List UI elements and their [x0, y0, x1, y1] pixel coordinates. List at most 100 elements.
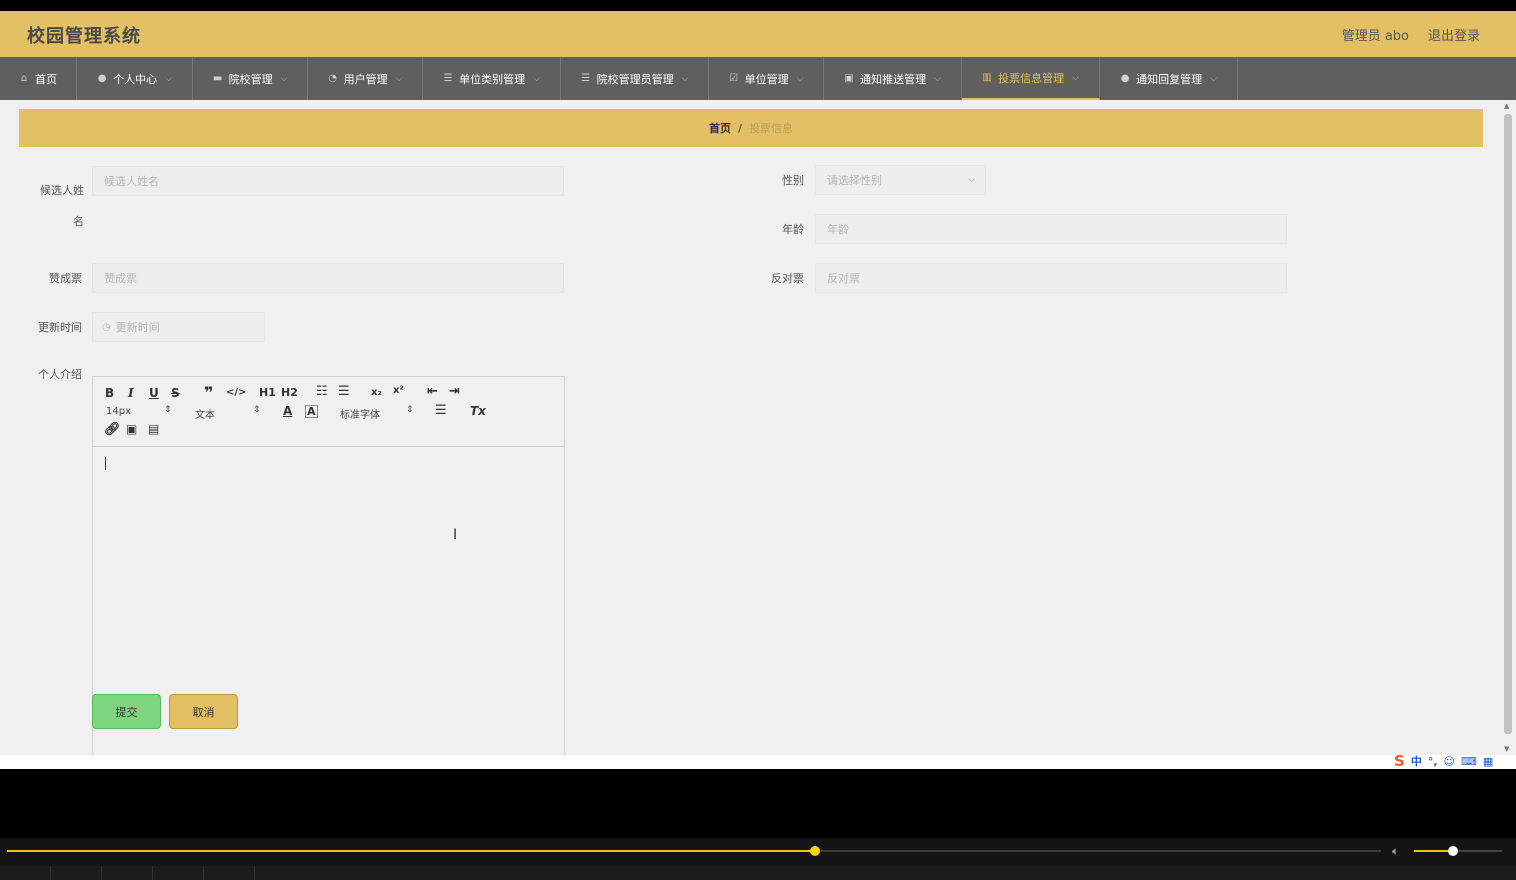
- nav-item-label: 个人中心: [113, 72, 158, 86]
- clear-format-icon[interactable]: Tx: [470, 404, 486, 418]
- clock-icon: ◷: [102, 321, 111, 333]
- superscript-icon[interactable]: x²: [393, 385, 404, 396]
- chevron-down-icon: ⌵: [1210, 73, 1217, 84]
- list-icon: ☰: [581, 72, 591, 84]
- cancel-button[interactable]: 取消: [169, 694, 238, 729]
- nav-item-5[interactable]: ☰ 院校管理员管理 ⌵: [561, 57, 709, 100]
- progress-handle[interactable]: [809, 846, 820, 856]
- italic-icon[interactable]: I: [128, 386, 134, 400]
- candidate-name-input[interactable]: 候选人姓名: [92, 166, 564, 196]
- ime-chinese-mode[interactable]: 中: [1411, 753, 1422, 769]
- volume-icon[interactable]: 🔈︎: [1392, 844, 1399, 859]
- emoji-icon[interactable]: ☺: [1444, 755, 1455, 768]
- sogou-logo-icon[interactable]: S: [1394, 752, 1405, 770]
- nav-item-7[interactable]: ▣ 通知推送管理 ⌵: [824, 57, 962, 100]
- logout-link[interactable]: 退出登录: [1428, 25, 1480, 44]
- candidate-name-label-text: 候选人姓名: [40, 184, 84, 228]
- volume-handle[interactable]: [1447, 846, 1458, 856]
- nav-item-label: 院校管理: [228, 72, 273, 86]
- blockquote-icon[interactable]: ❞: [204, 383, 213, 402]
- media-player-bar: 🔈︎: [0, 838, 1516, 866]
- nav-item-1[interactable]: ● 个人中心 ⌵: [77, 57, 193, 100]
- yes-votes-label: 赞成票: [49, 272, 82, 285]
- keyboard-icon[interactable]: ⌨: [1461, 755, 1477, 768]
- chevron-down-icon: ⌵: [165, 73, 172, 84]
- nav-item-2[interactable]: ▬ 院校管理 ⌵: [193, 57, 308, 100]
- bottom-cell: [0, 866, 51, 880]
- video-icon[interactable]: ▤: [148, 422, 159, 436]
- image-icon[interactable]: ▣: [126, 422, 137, 436]
- subscript-icon[interactable]: x₂: [371, 387, 382, 398]
- nav-item-6[interactable]: ☑ 单位管理 ⌵: [709, 57, 824, 100]
- breadcrumb-home[interactable]: 首页: [709, 120, 731, 136]
- text-type-select[interactable]: 文本: [195, 406, 215, 421]
- user-icon: ●: [1120, 72, 1130, 84]
- age-placeholder: 年龄: [827, 223, 849, 236]
- underline-icon[interactable]: U: [149, 386, 159, 400]
- breadcrumb: 首页 / 投票信息: [19, 109, 1483, 147]
- status-strip: [0, 755, 1516, 769]
- main-content: 首页 / 投票信息 候选人姓名 候选人姓名 性别 请选择性别 ⌵ 年龄 年龄 赞…: [0, 100, 1516, 756]
- nav-item-8[interactable]: ▥ 投票信息管理 ⌵: [962, 57, 1100, 100]
- progress-fill: [7, 850, 815, 852]
- candidate-name-placeholder: 候选人姓名: [104, 175, 159, 188]
- chevron-down-icon: ⌵: [968, 175, 975, 185]
- background-color-icon[interactable]: A: [305, 405, 318, 418]
- nav-item-label: 投票信息管理: [998, 71, 1065, 85]
- checkbox-icon: ☑: [729, 72, 739, 84]
- volume-fill: [1414, 850, 1453, 852]
- bold-icon[interactable]: B: [105, 386, 114, 400]
- home-icon: ⌂: [20, 72, 28, 84]
- nav-item-0[interactable]: ⌂ 首页: [0, 57, 77, 100]
- grid-menu-icon[interactable]: ▦: [1483, 755, 1493, 768]
- school-icon: ▬: [212, 72, 223, 84]
- bottom-cell: [51, 866, 102, 880]
- submit-button[interactable]: 提交: [92, 694, 161, 729]
- intro-label: 个人介绍: [38, 368, 82, 381]
- font-family-select[interactable]: 标准字体: [340, 406, 380, 421]
- chevron-down-icon: ⌵: [681, 73, 689, 84]
- punctuation-icon[interactable]: °,: [1428, 755, 1438, 768]
- editor-content-area[interactable]: [93, 448, 564, 755]
- code-icon[interactable]: </>: [226, 387, 246, 398]
- update-time-label: 更新时间: [38, 321, 82, 334]
- link-icon[interactable]: 🔗︎: [104, 422, 121, 437]
- ordered-list-icon[interactable]: ☷: [316, 384, 328, 399]
- updown-icon: ⇕: [406, 405, 414, 415]
- updown-icon: ⇕: [253, 405, 261, 415]
- gender-select[interactable]: 请选择性别 ⌵: [815, 165, 986, 195]
- update-time-input[interactable]: ◷ 更新时间: [92, 312, 265, 342]
- yes-votes-input[interactable]: 赞成票: [92, 263, 564, 293]
- nav-item-3[interactable]: ◔ 用户管理 ⌵: [308, 57, 423, 100]
- nav-item-4[interactable]: ☰ 单位类别管理 ⌵: [423, 57, 561, 100]
- current-user: 管理员 abo: [1341, 29, 1409, 44]
- nav-item-label: 单位管理: [744, 72, 789, 86]
- scrollbar-thumb[interactable]: [1504, 114, 1512, 734]
- nav-item-label: 通知推送管理: [860, 72, 927, 86]
- chevron-down-icon: ⌵: [1072, 72, 1079, 83]
- age-input[interactable]: 年龄: [815, 214, 1287, 244]
- app-title: 校园管理系统: [27, 26, 141, 47]
- heading1-icon[interactable]: H1: [259, 386, 276, 399]
- bullet-list-icon[interactable]: ☰: [338, 384, 350, 399]
- outdent-icon[interactable]: ⇤: [427, 384, 438, 399]
- gender-label: 性别: [782, 174, 804, 187]
- heading2-icon[interactable]: H2: [281, 386, 298, 399]
- vertical-scrollbar[interactable]: ▲ ▼: [1503, 100, 1513, 755]
- nav-item-label: 院校管理员管理: [596, 72, 674, 86]
- strikethrough-icon[interactable]: S: [171, 386, 180, 400]
- no-votes-input[interactable]: 反对票: [815, 263, 1287, 293]
- font-size-select[interactable]: 14px: [106, 406, 131, 417]
- chevron-down-icon: ⌵: [934, 73, 941, 84]
- scroll-up-icon[interactable]: ▲: [1504, 102, 1509, 110]
- breadcrumb-current: 投票信息: [749, 122, 794, 135]
- indent-icon[interactable]: ⇥: [449, 384, 460, 399]
- font-color-icon[interactable]: A: [283, 404, 292, 418]
- nav-item-9[interactable]: ● 通知回复管理 ⌵: [1100, 57, 1238, 100]
- align-icon[interactable]: ☰: [435, 403, 447, 418]
- updown-icon: ⇕: [164, 405, 172, 415]
- progress-track[interactable]: [7, 846, 1381, 856]
- chevron-down-icon: ⌵: [395, 73, 403, 84]
- volume-track[interactable]: [1414, 846, 1502, 856]
- update-time-placeholder: 更新时间: [115, 321, 160, 334]
